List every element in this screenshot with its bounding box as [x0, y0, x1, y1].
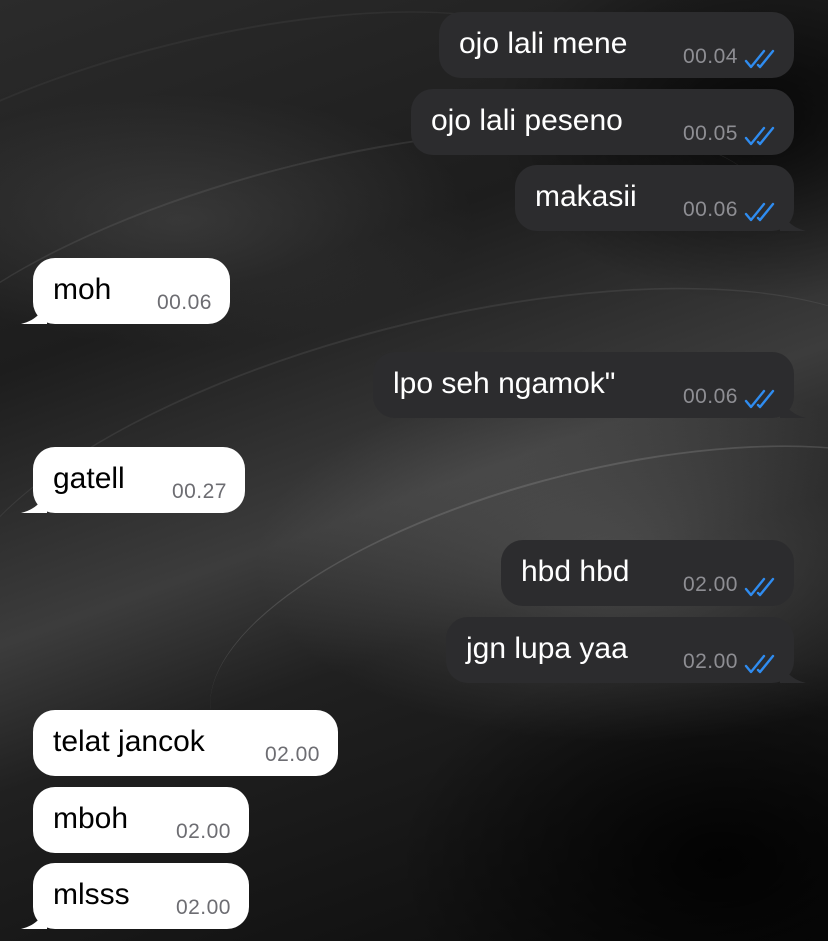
- incoming-message[interactable]: mboh 02.00: [33, 787, 249, 853]
- message-text: mboh: [53, 802, 129, 835]
- message-time: 02.00: [682, 650, 738, 673]
- bubble-tail: [780, 657, 806, 683]
- bubble-tail: [21, 903, 47, 929]
- message-time: 00.06: [682, 198, 738, 221]
- incoming-message[interactable]: telat jancok 02.00: [33, 710, 338, 776]
- incoming-message[interactable]: gatell 00.27: [21, 447, 245, 513]
- message-time: 00.05: [682, 122, 738, 145]
- message-time: 02.00: [264, 743, 320, 766]
- outgoing-message[interactable]: makasii 00.06: [515, 165, 806, 231]
- double-check-icon: [744, 654, 775, 674]
- double-check-icon: [744, 49, 775, 69]
- message-time: 02.00: [175, 896, 231, 919]
- message-text: ojo lali mene: [459, 27, 628, 60]
- message-text: ojo lali peseno: [431, 104, 623, 137]
- bubble-tail: [780, 392, 806, 418]
- bubble-tail: [21, 298, 47, 324]
- message-time: 02.00: [175, 820, 231, 843]
- bubble-tail: [780, 205, 806, 231]
- message-time: 00.06: [682, 385, 738, 408]
- outgoing-message[interactable]: ojo lali peseno 00.05: [411, 89, 794, 155]
- message-text: telat jancok: [53, 725, 205, 758]
- message-time: 00.27: [171, 480, 227, 503]
- double-check-icon: [744, 126, 775, 146]
- double-check-icon: [744, 202, 775, 222]
- double-check-icon: [744, 577, 775, 597]
- message-text: jgn lupa yaa: [466, 632, 628, 665]
- message-text: gatell: [53, 462, 125, 495]
- double-check-icon: [744, 389, 775, 409]
- outgoing-message[interactable]: jgn lupa yaa 02.00: [446, 617, 806, 683]
- incoming-message[interactable]: mlsss 02.00: [21, 863, 249, 929]
- incoming-message[interactable]: moh 00.06: [21, 258, 230, 324]
- message-text: moh: [53, 273, 112, 306]
- outgoing-message[interactable]: lpo seh ngamok" 00.06: [373, 352, 806, 418]
- message-time: 02.00: [682, 573, 738, 596]
- message-list: ojo lali mene 00.04 ojo lali peseno 00.0…: [0, 0, 828, 941]
- outgoing-message[interactable]: hbd hbd 02.00: [501, 540, 794, 606]
- outgoing-message[interactable]: ojo lali mene 00.04: [439, 12, 794, 78]
- message-text: lpo seh ngamok": [393, 367, 616, 400]
- message-text: hbd hbd: [521, 555, 630, 588]
- message-text: mlsss: [53, 878, 130, 911]
- message-text: makasii: [535, 180, 637, 213]
- message-time: 00.06: [156, 291, 212, 314]
- bubble-tail: [21, 487, 47, 513]
- message-time: 00.04: [682, 45, 738, 68]
